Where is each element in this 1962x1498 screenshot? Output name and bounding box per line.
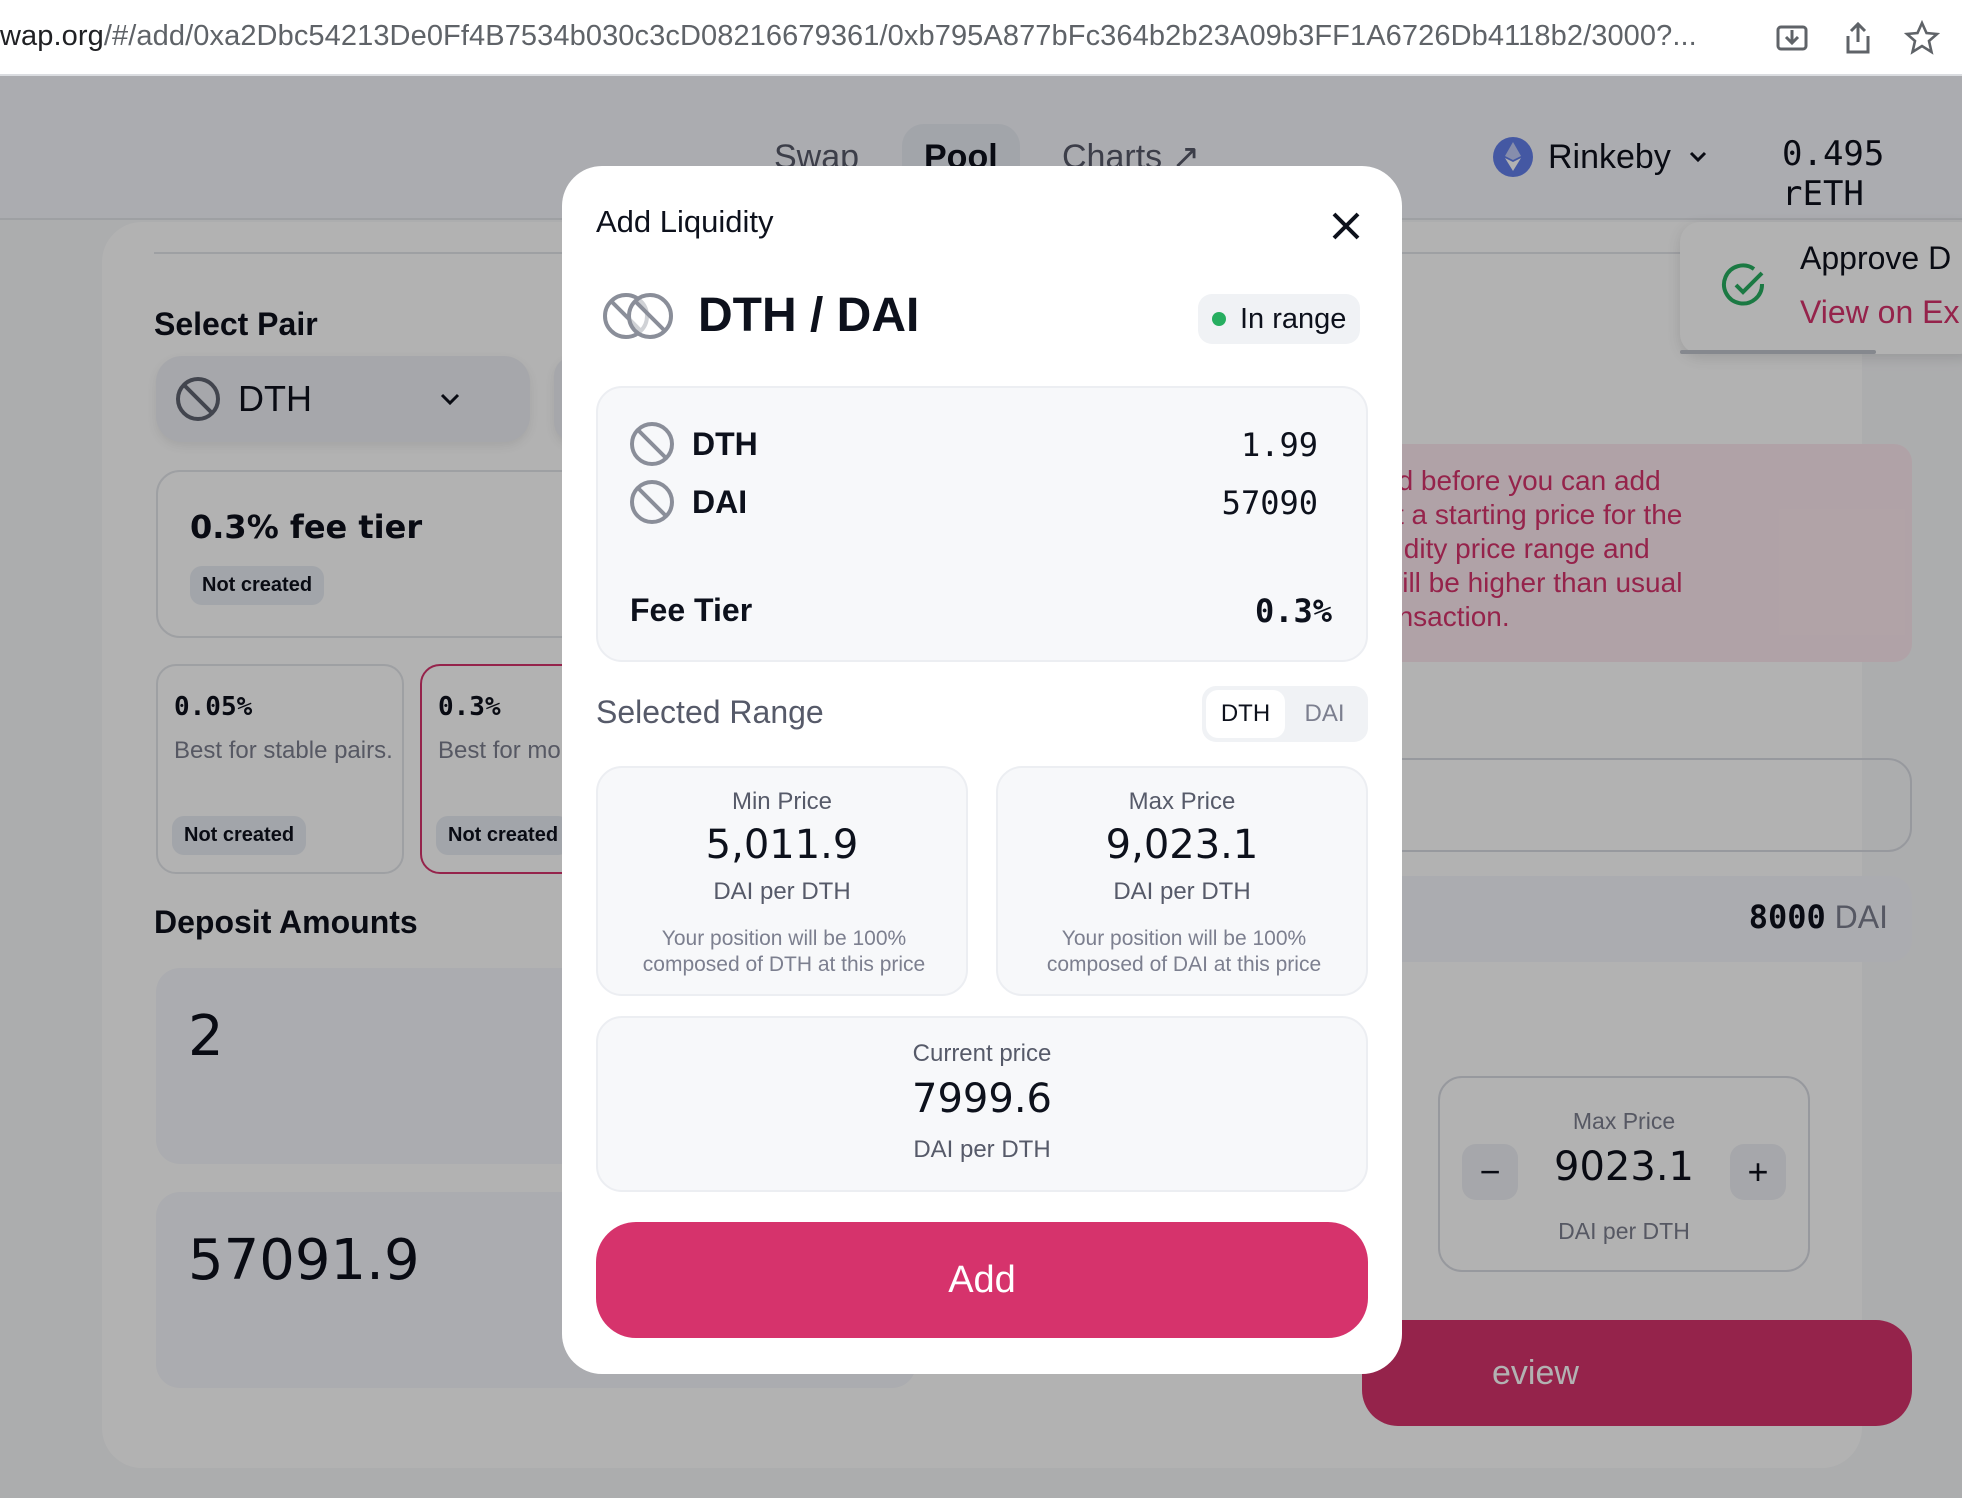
- browser-url-bar: wap.org/#/add/0xa2Dbc54213De0Ff4B7534b03…: [0, 0, 1962, 76]
- price-unit-toggle: DTH DAI: [1202, 686, 1368, 742]
- selected-range-label: Selected Range: [596, 694, 824, 730]
- token-a-symbol: DTH: [692, 425, 758, 462]
- range-status-badge: In range: [1198, 294, 1361, 344]
- current-price-card: Current price 7999.6 DAI per DTH: [596, 1016, 1368, 1192]
- fee-tier-label: Fee Tier: [630, 592, 753, 628]
- position-summary: DTH 1.99 DAI 57090 Fee Tier 0.3%: [596, 386, 1368, 662]
- token-placeholder-icon: [630, 422, 674, 466]
- add-button[interactable]: Add: [596, 1222, 1368, 1338]
- max-price-card: Max Price 9,023.1 DAI per DTH Your posit…: [996, 766, 1368, 996]
- range-status-text: In range: [1240, 302, 1347, 335]
- pair-header: DTH / DAI: [602, 288, 919, 343]
- token-placeholder-icon: [630, 480, 674, 524]
- toggle-dth[interactable]: DTH: [1206, 690, 1285, 738]
- max-price-unit: DAI per DTH: [1113, 878, 1251, 905]
- toggle-dai[interactable]: DAI: [1285, 690, 1364, 738]
- pair-name: DTH / DAI: [698, 289, 920, 342]
- share-icon[interactable]: [1840, 20, 1876, 56]
- max-price-note: Your position will be 100% composed of D…: [1046, 927, 1322, 976]
- current-price-value: 7999.6: [912, 1076, 1052, 1122]
- token-b-amount: 57090: [1221, 484, 1318, 522]
- bookmark-star-icon[interactable]: [1904, 20, 1940, 56]
- pair-token-icons: [603, 292, 673, 339]
- token-a-amount: 1.99: [1240, 426, 1318, 464]
- max-price-label: Max Price: [1128, 788, 1236, 815]
- token-a-row: DTH: [628, 420, 758, 468]
- min-price-note: Your position will be 100% composed of D…: [642, 927, 926, 976]
- current-price-label: Current price: [912, 1040, 1052, 1067]
- modal-title: Add Liquidity: [596, 204, 774, 239]
- min-price-label: Min Price: [731, 788, 833, 815]
- address-field[interactable]: wap.org/#/add/0xa2Dbc54213De0Ff4B7534b03…: [0, 20, 1697, 53]
- max-price-value: 9,023.1: [1105, 822, 1259, 868]
- min-price-unit: DAI per DTH: [713, 878, 851, 905]
- status-dot: [1212, 312, 1226, 326]
- add-liquidity-modal: Add Liquidity DTH / DAI In range DTH 1.9…: [562, 166, 1402, 1374]
- current-price-unit: DAI per DTH: [913, 1136, 1051, 1163]
- fee-tier-value: 0.3%: [1254, 592, 1332, 630]
- min-price-value: 5,011.9: [705, 822, 859, 868]
- close-icon[interactable]: [1324, 204, 1368, 248]
- min-price-card: Min Price 5,011.9 DAI per DTH Your posit…: [596, 766, 968, 996]
- token-b-row: DAI: [628, 478, 747, 526]
- token-b-symbol: DAI: [692, 483, 748, 520]
- install-icon[interactable]: [1774, 20, 1810, 56]
